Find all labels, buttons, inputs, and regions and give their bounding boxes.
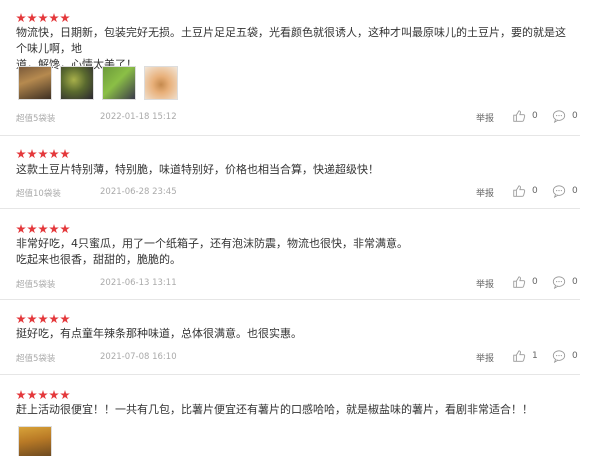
thumbs-up-icon (513, 276, 526, 288)
comment-bubble-icon (552, 185, 566, 198)
review-date: 2021-06-28 23:45 (100, 187, 177, 197)
star-icon (27, 13, 37, 23)
review-meta: 超值10袋装 2021-06-28 23:45 举报 0 0 (16, 184, 578, 200)
report-link[interactable]: 举报 (476, 111, 494, 124)
comment-button[interactable]: 0 (552, 275, 586, 291)
thumbs-up-icon (513, 185, 526, 197)
star-icon (27, 390, 37, 400)
product-variant: 超值10袋装 (16, 189, 61, 199)
review-date: 2021-06-13 13:11 (100, 278, 177, 288)
review-list: 物流快，日期新，包装完好无损。土豆片足足五袋，光看颜色就很诱人，这种才叫最原味儿… (0, 0, 600, 456)
review-text: 非常好吃，4只蜜瓜，用了一个纸箱子，还有泡沫防震，物流也很快，非常满意。 吃起来… (16, 236, 576, 268)
report-link[interactable]: 举报 (476, 277, 494, 290)
star-rating (16, 144, 71, 159)
review-divider (0, 208, 580, 209)
review-photo[interactable] (18, 426, 52, 456)
star-icon (16, 149, 26, 159)
review-meta: 超值5袋装 2021-06-13 13:11 举报 0 0 (16, 275, 578, 291)
star-rating (16, 8, 71, 23)
star-icon (27, 149, 37, 159)
like-button[interactable]: 0 (512, 109, 546, 125)
review-text-line: 挺好吃，有点童年辣条那种味道，总体很满意。也很实惠。 (16, 327, 302, 340)
comment-bubble-icon (552, 110, 566, 123)
review-photo[interactable] (144, 66, 178, 100)
like-count: 0 (532, 111, 538, 121)
comment-count: 0 (572, 351, 578, 361)
review-text: 赶上活动很便宜！！一共有几包，比薯片便宜还有薯片的口感哈哈，就是椒盐味的薯片，看… (16, 402, 576, 418)
like-button[interactable]: 1 (512, 349, 546, 365)
star-icon (27, 224, 37, 234)
star-rating (16, 309, 71, 324)
review-text-line: 物流快，日期新，包装完好无损。土豆片足足五袋，光看颜色就很诱人，这种才叫最原味儿… (16, 26, 566, 55)
star-icon (16, 13, 26, 23)
star-icon (60, 13, 70, 23)
star-rating (16, 219, 71, 234)
review-photo[interactable] (102, 66, 136, 100)
review-date: 2022-01-18 15:12 (100, 112, 177, 122)
like-count: 0 (532, 186, 538, 196)
comment-count: 0 (572, 111, 578, 121)
comment-button[interactable]: 0 (552, 349, 586, 365)
star-icon (27, 314, 37, 324)
star-icon (49, 314, 59, 324)
review-text-line: 这款土豆片特别薄，特别脆，味道特别好，价格也相当合算，快递超级快！ (16, 163, 379, 176)
star-icon (38, 390, 48, 400)
star-icon (60, 149, 70, 159)
comment-bubble-icon (552, 276, 566, 289)
star-icon (60, 224, 70, 234)
review-date: 2021-07-08 16:10 (100, 352, 177, 362)
star-rating (16, 385, 71, 400)
report-link[interactable]: 举报 (476, 186, 494, 199)
star-icon (16, 224, 26, 234)
star-icon (60, 314, 70, 324)
product-variant: 超值5袋装 (16, 280, 56, 290)
like-count: 0 (532, 277, 538, 287)
report-link[interactable]: 举报 (476, 351, 494, 364)
comment-count: 0 (572, 186, 578, 196)
comment-bubble-icon (552, 350, 566, 363)
review-text-line: 赶上活动很便宜！！一共有几包，比薯片便宜还有薯片的口感哈哈，就是椒盐味的薯片，看… (16, 403, 533, 416)
star-icon (38, 314, 48, 324)
star-icon (16, 314, 26, 324)
thumbs-up-icon (513, 350, 526, 362)
comment-button[interactable]: 0 (552, 184, 586, 200)
review-divider (0, 135, 580, 136)
star-icon (49, 224, 59, 234)
comment-button[interactable]: 0 (552, 109, 586, 125)
review-text-line: 吃起来也很香，甜甜的，脆脆的。 (16, 253, 181, 266)
like-button[interactable]: 0 (512, 275, 546, 291)
like-button[interactable]: 0 (512, 184, 546, 200)
star-icon (49, 13, 59, 23)
star-icon (49, 390, 59, 400)
star-icon (38, 13, 48, 23)
review-divider (0, 299, 580, 300)
review-text: 挺好吃，有点童年辣条那种味道，总体很满意。也很实惠。 (16, 326, 576, 342)
product-variant: 超值5袋装 (16, 354, 56, 364)
like-count: 1 (532, 351, 538, 361)
review-text-line: 非常好吃，4只蜜瓜，用了一个纸箱子，还有泡沫防震，物流也很快，非常满意。 (16, 237, 408, 250)
review-divider (0, 374, 580, 375)
star-icon (60, 390, 70, 400)
star-icon (38, 149, 48, 159)
review-photo[interactable] (18, 66, 52, 100)
review-meta: 超值5袋装 2022-01-18 15:12 举报 0 0 (16, 109, 578, 125)
star-icon (38, 224, 48, 234)
review-photo[interactable] (60, 66, 94, 100)
review-text-line: 道，解馋，心情太美了！ (16, 58, 137, 71)
comment-count: 0 (572, 277, 578, 287)
review-text: 物流快，日期新，包装完好无损。土豆片足足五袋，光看颜色就很诱人，这种才叫最原味儿… (16, 25, 576, 73)
review-text: 这款土豆片特别薄，特别脆，味道特别好，价格也相当合算，快递超级快！ (16, 162, 576, 178)
review-meta: 超值5袋装 2021-07-08 16:10 举报 1 0 (16, 349, 578, 365)
thumbs-up-icon (513, 110, 526, 122)
product-variant: 超值5袋装 (16, 114, 56, 124)
star-icon (16, 390, 26, 400)
star-icon (49, 149, 59, 159)
